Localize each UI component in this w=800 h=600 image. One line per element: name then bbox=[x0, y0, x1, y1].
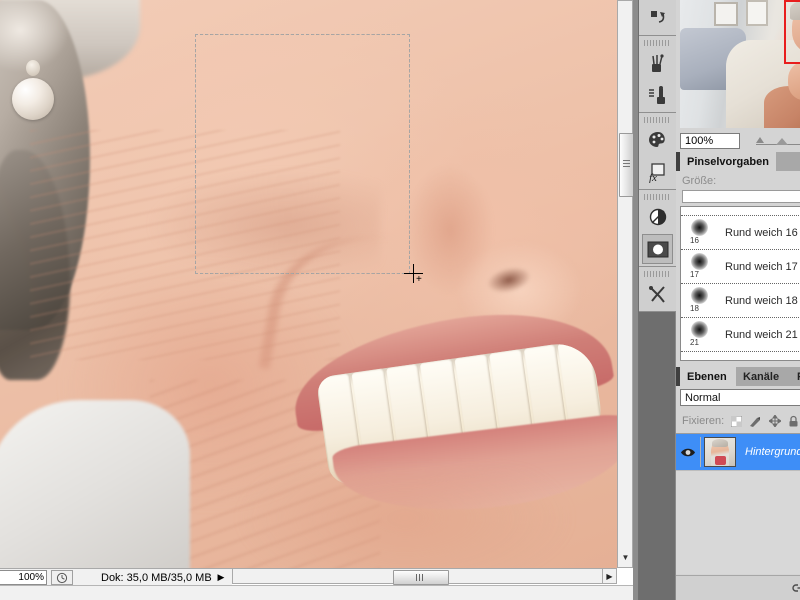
tab-brush-secondary[interactable] bbox=[776, 152, 800, 171]
brush-size-value: 21 bbox=[690, 338, 699, 347]
rail-group-adjustments bbox=[639, 190, 676, 267]
navigator-thumbnail bbox=[680, 0, 800, 128]
history-icon[interactable] bbox=[642, 3, 673, 33]
lock-all-icon[interactable] bbox=[788, 415, 799, 427]
canvas-vertical-scrollbar[interactable]: ▼ bbox=[617, 0, 633, 568]
eye-icon[interactable] bbox=[676, 437, 701, 467]
brush-presets-panel: Pinselvorgaben Größe: 16 Rund weich 16 1… bbox=[675, 152, 800, 367]
rail-group-history bbox=[639, 0, 676, 36]
navigator-footer: 100% bbox=[676, 129, 800, 152]
triangle-down-icon[interactable]: ▼ bbox=[619, 551, 632, 565]
layers-panel-tabs: Ebenen Kanäle Pfade bbox=[676, 367, 800, 386]
rectangular-marquee-selection[interactable] bbox=[195, 34, 410, 274]
chin-shading bbox=[240, 470, 570, 568]
brush-thumbnail bbox=[691, 287, 708, 304]
vertical-scrollbar-thumb[interactable] bbox=[619, 133, 633, 197]
play-icon[interactable]: ▶ bbox=[214, 570, 228, 584]
navigator-view-box[interactable] bbox=[784, 0, 800, 64]
layer-styles-fx-icon[interactable]: fx bbox=[642, 157, 673, 187]
brush-size-value: 17 bbox=[690, 270, 699, 279]
panel-icon-rail: fx bbox=[638, 0, 677, 600]
rail-group-color: fx bbox=[639, 113, 676, 190]
rail-grip[interactable] bbox=[644, 40, 671, 46]
rail-grip[interactable] bbox=[644, 117, 671, 123]
canvas-horizontal-scrollbar[interactable] bbox=[232, 568, 617, 584]
crosshair-cursor: + bbox=[404, 264, 424, 284]
layer-thumbnail bbox=[704, 437, 736, 467]
brush-label: Rund weich 21 bbox=[725, 329, 798, 341]
brush-thumbnail bbox=[691, 321, 708, 338]
brush-panel-tabs: Pinselvorgaben bbox=[676, 152, 800, 171]
rail-grip[interactable] bbox=[644, 271, 671, 277]
clock-icon[interactable] bbox=[51, 570, 73, 585]
navigator-panel: 100% bbox=[675, 0, 800, 152]
brush-label: Rund weich 16 bbox=[725, 227, 798, 239]
status-bar: 100% Dok: 35,0 MB/35,0 MB ▶ bbox=[0, 568, 232, 586]
brush-size-slider[interactable] bbox=[682, 190, 800, 203]
brush-size-label: Größe: bbox=[676, 171, 800, 190]
svg-text:fx: fx bbox=[649, 172, 657, 183]
brush-list-item-partial[interactable] bbox=[681, 207, 800, 216]
tool-presets-icon[interactable] bbox=[642, 279, 673, 309]
photoshop-window: + ▼ ◀ ▶ 100% Dok: 35,0 MB/35,0 MB ▶ bbox=[0, 0, 800, 600]
layer-list[interactable]: Hintergrund bbox=[676, 433, 800, 574]
window-bottom-strip bbox=[0, 585, 633, 600]
color-swatches-icon[interactable] bbox=[642, 125, 673, 155]
brush-size-value: 18 bbox=[690, 304, 699, 313]
blend-mode-row: Normal bbox=[676, 386, 800, 411]
navigator-zoom-slider[interactable] bbox=[754, 133, 800, 149]
link-layers-icon[interactable] bbox=[792, 583, 800, 593]
brush-label: Rund weich 18 bbox=[725, 295, 798, 307]
brush-label: Rund weich 17 bbox=[725, 261, 798, 273]
table-row[interactable]: Hintergrund bbox=[676, 434, 800, 471]
navigator-slider-thumb[interactable] bbox=[776, 138, 788, 145]
layers-panel: Ebenen Kanäle Pfade Normal Fixieren: bbox=[675, 367, 800, 600]
blend-mode-select[interactable]: Normal bbox=[680, 389, 800, 406]
zoom-level-input[interactable]: 100% bbox=[0, 570, 47, 585]
rail-group-brushes bbox=[639, 36, 676, 113]
list-item[interactable]: 17 Rund weich 17 bbox=[681, 250, 800, 284]
masks-icon[interactable] bbox=[642, 234, 673, 264]
lock-label: Fixieren: bbox=[682, 415, 724, 427]
list-item[interactable]: 18 Rund weich 18 bbox=[681, 284, 800, 318]
document-window: + ▼ ◀ ▶ 100% Dok: 35,0 MB/35,0 MB ▶ bbox=[0, 0, 633, 600]
lock-row: Fixieren: bbox=[676, 411, 800, 431]
rail-group-tools bbox=[639, 267, 676, 312]
panel-column: 100% Pinselvorgaben bbox=[675, 0, 800, 600]
tab-pinselvorgaben[interactable]: Pinselvorgaben bbox=[680, 152, 788, 171]
document-size-label: Dok: 35,0 MB/35,0 MB bbox=[101, 572, 212, 584]
shoulder-garment bbox=[0, 400, 190, 568]
layers-panel-footer: fx bbox=[676, 575, 800, 600]
brush-thumbnail bbox=[691, 219, 708, 236]
earring-post bbox=[26, 60, 40, 76]
triangle-right-icon[interactable]: ▶ bbox=[602, 568, 617, 584]
lock-position-icon[interactable] bbox=[769, 415, 781, 427]
list-item[interactable]: 16 Rund weich 16 bbox=[681, 216, 800, 250]
clone-source-icon[interactable] bbox=[642, 80, 673, 110]
pearl-earring bbox=[12, 78, 54, 120]
navigator-zoom-input[interactable]: 100% bbox=[680, 133, 740, 149]
horizontal-scrollbar-thumb[interactable] bbox=[393, 570, 449, 585]
list-item[interactable]: 21 Rund weich 21 bbox=[681, 318, 800, 352]
brush-size-value: 16 bbox=[690, 236, 699, 245]
layer-name: Hintergrund bbox=[745, 446, 800, 458]
rail-dark-area bbox=[639, 300, 676, 600]
lock-image-pixels-icon[interactable] bbox=[749, 416, 762, 427]
brush-preset-list[interactable]: 16 Rund weich 16 17 Rund weich 17 18 Run… bbox=[680, 206, 800, 361]
right-dock: fx bbox=[633, 0, 800, 600]
adjustments-icon[interactable] bbox=[642, 202, 673, 232]
brush-presets-icon[interactable] bbox=[642, 48, 673, 78]
rail-grip[interactable] bbox=[644, 194, 671, 200]
lock-transparency-icon[interactable] bbox=[731, 416, 742, 427]
brush-thumbnail bbox=[691, 253, 708, 270]
navigator-preview[interactable] bbox=[680, 0, 800, 128]
image-canvas[interactable]: + bbox=[0, 0, 617, 568]
tab-pfade[interactable]: Pfade bbox=[790, 367, 800, 386]
